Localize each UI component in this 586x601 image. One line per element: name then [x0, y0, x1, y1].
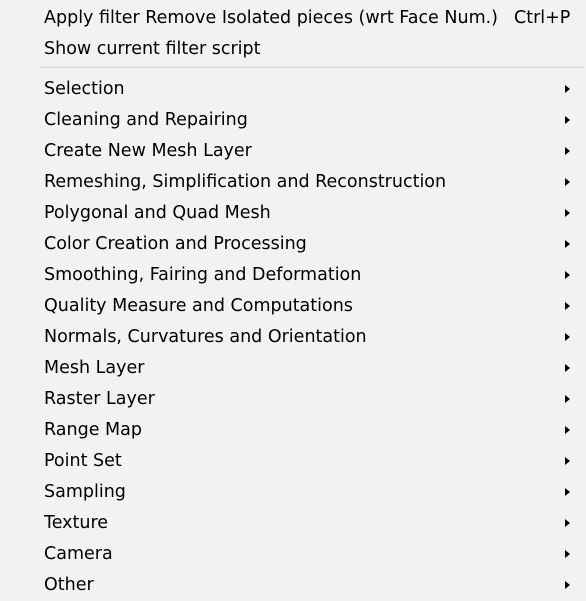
submenu-label: Point Set [44, 450, 122, 471]
submenu-label: Texture [44, 512, 109, 533]
submenu-label: Create New Mesh Layer [44, 140, 252, 161]
chevron-right-icon [565, 239, 570, 248]
submenu-label: Sampling [44, 481, 126, 502]
chevron-right-icon [565, 177, 570, 186]
submenu-cleaning-and-repairing[interactable]: Cleaning and Repairing [0, 104, 586, 135]
menu-separator [40, 67, 584, 68]
submenu-camera[interactable]: Camera [0, 538, 586, 569]
chevron-right-icon [565, 487, 570, 496]
submenu-selection[interactable]: Selection [0, 73, 586, 104]
chevron-right-icon [565, 146, 570, 155]
submenu-normals-curvatures[interactable]: Normals, Curvatures and Orientation [0, 321, 586, 352]
submenu-label: Remeshing, Simplification and Reconstruc… [44, 171, 447, 192]
submenu-label: Cleaning and Repairing [44, 109, 248, 130]
menu-item-label: Apply filter Remove Isolated pieces (wrt… [44, 7, 499, 28]
chevron-right-icon [565, 456, 570, 465]
submenu-remeshing[interactable]: Remeshing, Simplification and Reconstruc… [0, 166, 586, 197]
chevron-right-icon [565, 84, 570, 93]
menu-item-label: Show current filter script [44, 38, 261, 59]
chevron-right-icon [565, 363, 570, 372]
submenu-label: Range Map [44, 419, 142, 440]
submenu-label: Color Creation and Processing [44, 233, 307, 254]
submenu-color-creation[interactable]: Color Creation and Processing [0, 228, 586, 259]
submenu-mesh-layer[interactable]: Mesh Layer [0, 352, 586, 383]
chevron-right-icon [565, 580, 570, 589]
submenu-polygonal-and-quad-mesh[interactable]: Polygonal and Quad Mesh [0, 197, 586, 228]
chevron-right-icon [565, 270, 570, 279]
submenu-texture[interactable]: Texture [0, 507, 586, 538]
chevron-right-icon [565, 394, 570, 403]
chevron-right-icon [565, 549, 570, 558]
chevron-right-icon [565, 208, 570, 217]
submenu-sampling[interactable]: Sampling [0, 476, 586, 507]
chevron-right-icon [565, 301, 570, 310]
filters-menu: Apply filter Remove Isolated pieces (wrt… [0, 0, 586, 601]
submenu-create-new-mesh-layer[interactable]: Create New Mesh Layer [0, 135, 586, 166]
submenu-point-set[interactable]: Point Set [0, 445, 586, 476]
submenu-smoothing[interactable]: Smoothing, Fairing and Deformation [0, 259, 586, 290]
submenu-label: Other [44, 574, 94, 595]
submenu-label: Raster Layer [44, 388, 155, 409]
chevron-right-icon [565, 425, 570, 434]
submenu-label: Quality Measure and Computations [44, 295, 353, 316]
submenu-range-map[interactable]: Range Map [0, 414, 586, 445]
chevron-right-icon [565, 518, 570, 527]
submenu-other[interactable]: Other [0, 569, 586, 600]
chevron-right-icon [565, 115, 570, 124]
submenu-label: Selection [44, 78, 125, 99]
submenu-label: Polygonal and Quad Mesh [44, 202, 271, 223]
menu-item-shortcut: Ctrl+P [514, 7, 571, 28]
menu-item-apply-filter[interactable]: Apply filter Remove Isolated pieces (wrt… [0, 2, 586, 33]
submenu-label: Mesh Layer [44, 357, 145, 378]
menu-item-show-filter-script[interactable]: Show current filter script [0, 33, 586, 64]
submenu-raster-layer[interactable]: Raster Layer [0, 383, 586, 414]
chevron-right-icon [565, 332, 570, 341]
submenu-label: Smoothing, Fairing and Deformation [44, 264, 362, 285]
submenu-label: Camera [44, 543, 113, 564]
submenu-label: Normals, Curvatures and Orientation [44, 326, 367, 347]
submenu-quality-measure[interactable]: Quality Measure and Computations [0, 290, 586, 321]
